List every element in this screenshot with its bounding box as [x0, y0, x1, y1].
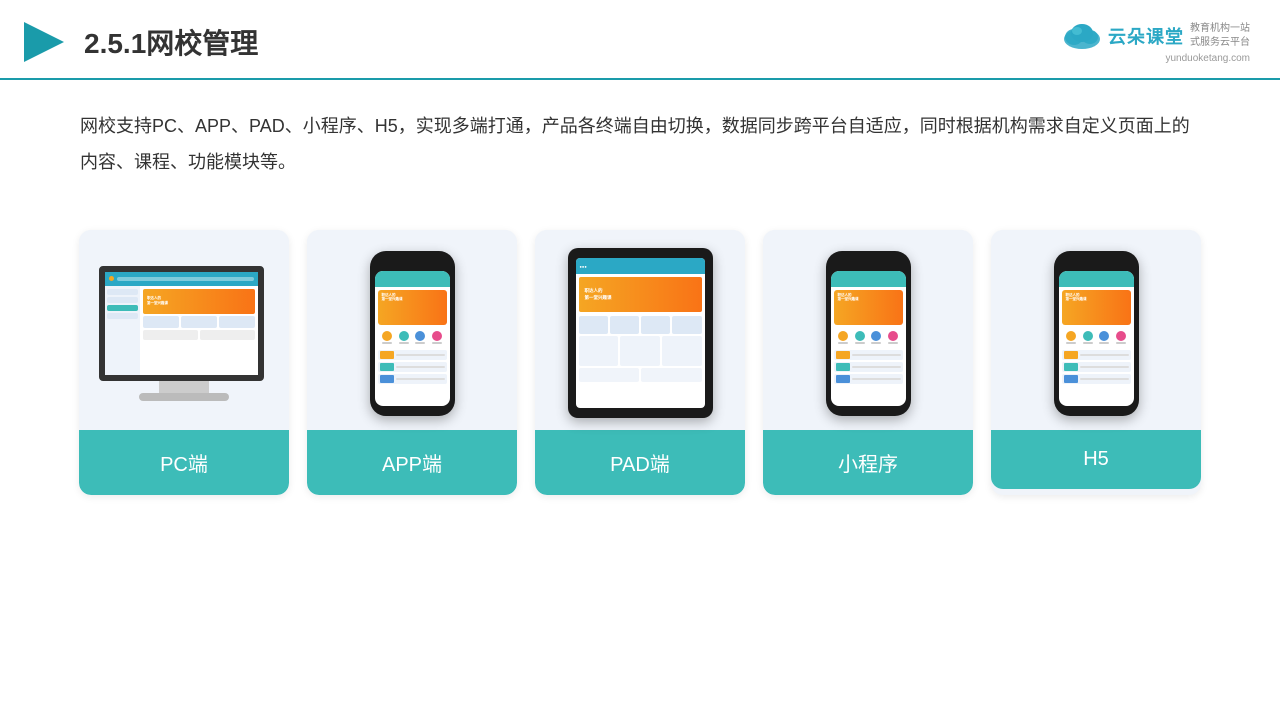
- monitor-screen: 职达人的第一堂兴趣课: [99, 266, 264, 381]
- h5-hero: 职达人的第一堂兴趣课: [1062, 290, 1131, 325]
- h5-icons-row: [1059, 328, 1134, 348]
- page-title: 2.5.1网校管理: [84, 22, 258, 62]
- miniprogram-icon-3: [870, 331, 882, 345]
- phone-icon-4: [431, 331, 443, 345]
- miniprogram-course-2: [834, 362, 903, 372]
- header-left: 2.5.1网校管理: [20, 18, 258, 66]
- phone-course-item-1: [378, 350, 447, 360]
- miniprogram-notch: [856, 261, 880, 267]
- phone-course-item-3: [378, 374, 447, 384]
- card-h5[interactable]: 职达人的第一堂兴趣课: [991, 230, 1201, 495]
- miniprogram-top-bar: [831, 271, 906, 287]
- card-pad[interactable]: ●●● 职达人的第一堂兴趣课: [535, 230, 745, 495]
- card-pad-image: ●●● 职达人的第一堂兴趣课: [535, 230, 745, 430]
- pc-monitor: 职达人的第一堂兴趣课: [99, 266, 269, 401]
- h5-icon-1: [1065, 331, 1077, 345]
- card-h5-image: 职达人的第一堂兴趣课: [991, 230, 1201, 430]
- miniprogram-hero: 职达人的第一堂兴趣课: [834, 290, 903, 325]
- h5-hero-text: 职达人的第一堂兴趣课: [1066, 293, 1087, 302]
- description-text: 网校支持PC、APP、PAD、小程序、H5，实现多端打通，产品各终端自由切换，数…: [0, 80, 1280, 200]
- card-app[interactable]: 职达人的第一堂兴趣课: [307, 230, 517, 495]
- card-h5-label: H5: [991, 430, 1201, 489]
- h5-course-3: [1062, 374, 1131, 384]
- phone-course-item-2: [378, 362, 447, 372]
- miniprogram-hero-text: 职达人的第一堂兴趣课: [838, 293, 859, 302]
- card-pc[interactable]: 职达人的第一堂兴趣课: [79, 230, 289, 495]
- app-phone-mockup: 职达人的第一堂兴趣课: [370, 251, 455, 416]
- card-pc-label: PC端: [79, 430, 289, 495]
- h5-icon-2: [1082, 331, 1094, 345]
- card-app-image: 职达人的第一堂兴趣课: [307, 230, 517, 430]
- play-icon: [20, 18, 68, 66]
- miniprogram-icon-1: [837, 331, 849, 345]
- phone-top-bar: [375, 271, 450, 287]
- miniprogram-icon-2: [854, 331, 866, 345]
- card-miniprogram-image: 职达人的第一堂兴趣课: [763, 230, 973, 430]
- h5-course-2: [1062, 362, 1131, 372]
- logo-tagline-2: 式服务云平台: [1190, 36, 1250, 50]
- logo-brand: 云朵课堂 教育机构一站 式服务云平台: [1060, 21, 1250, 51]
- miniprogram-course-1: [834, 350, 903, 360]
- phone-course-list: [375, 348, 450, 386]
- card-app-label: APP端: [307, 430, 517, 495]
- cards-container: 职达人的第一堂兴趣课: [0, 210, 1280, 515]
- phone-hero-text: 职达人的第一堂兴趣课: [382, 293, 403, 302]
- miniprogram-icons-row: [831, 328, 906, 348]
- h5-icon-3: [1098, 331, 1110, 345]
- h5-course-1: [1062, 350, 1131, 360]
- phone-icons-row: [375, 328, 450, 348]
- miniprogram-screen: 职达人的第一堂兴趣课: [831, 271, 906, 406]
- miniprogram-phone-mockup: 职达人的第一堂兴趣课: [826, 251, 911, 416]
- logo-area: 云朵课堂 教育机构一站 式服务云平台 yunduoketang.com: [1060, 21, 1250, 64]
- card-miniprogram[interactable]: 职达人的第一堂兴趣课: [763, 230, 973, 495]
- logo-tagline-1: 教育机构一站: [1190, 22, 1250, 36]
- tablet-mockup: ●●● 职达人的第一堂兴趣课: [568, 248, 713, 418]
- phone-icon-3: [414, 331, 426, 345]
- phone-notch: [400, 261, 424, 267]
- h5-icon-4: [1115, 331, 1127, 345]
- cloud-icon: [1060, 21, 1104, 51]
- h5-notch: [1084, 261, 1108, 267]
- h5-screen: 职达人的第一堂兴趣课: [1059, 271, 1134, 406]
- monitor-stand: [159, 381, 209, 393]
- header: 2.5.1网校管理 云朵课堂 教育机构一站 式服务云平台 yunduoketan…: [0, 0, 1280, 80]
- phone-icon-1: [381, 331, 393, 345]
- h5-course-list: [1059, 348, 1134, 386]
- h5-top-bar: [1059, 271, 1134, 287]
- card-pc-image: 职达人的第一堂兴趣课: [79, 230, 289, 430]
- card-miniprogram-label: 小程序: [763, 430, 973, 495]
- description-content: 网校支持PC、APP、PAD、小程序、H5，实现多端打通，产品各终端自由切换，数…: [80, 116, 1190, 172]
- h5-phone-mockup: 职达人的第一堂兴趣课: [1054, 251, 1139, 416]
- miniprogram-icon-4: [887, 331, 899, 345]
- phone-icon-2: [398, 331, 410, 345]
- monitor-base: [139, 393, 229, 401]
- phone-hero: 职达人的第一堂兴趣课: [378, 290, 447, 325]
- logo-text: 云朵课堂: [1108, 23, 1184, 49]
- miniprogram-course-3: [834, 374, 903, 384]
- miniprogram-course-list: [831, 348, 906, 386]
- phone-screen: 职达人的第一堂兴趣课: [375, 271, 450, 406]
- card-pad-label: PAD端: [535, 430, 745, 495]
- tablet-screen: ●●● 职达人的第一堂兴趣课: [576, 258, 705, 408]
- logo-url: yunduoketang.com: [1165, 53, 1250, 64]
